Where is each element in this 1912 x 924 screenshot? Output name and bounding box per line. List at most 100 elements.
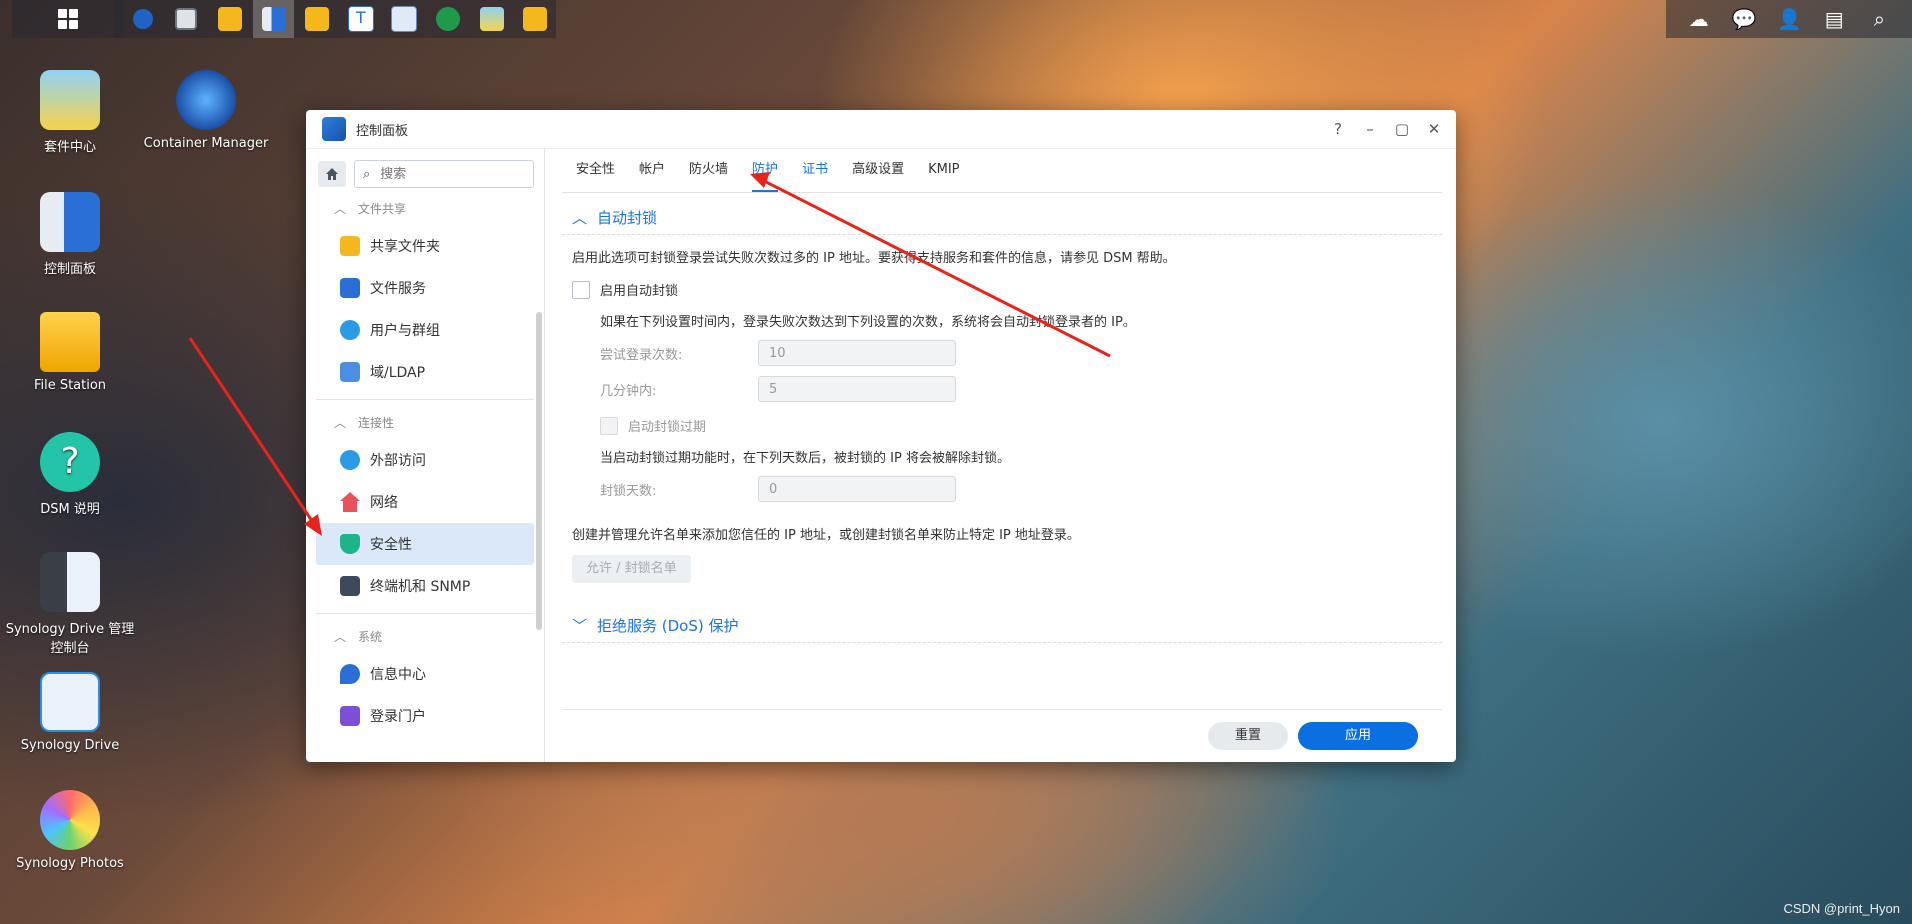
window-title: 控制面板: [356, 123, 409, 139]
block-expire-label: 启动封锁过期: [628, 420, 707, 435]
main-panel: 安全性 帐户 防火墙 防护 证书 高级设置 KMIP ︿ 自动封锁 启用此选项可…: [562, 148, 1442, 762]
sidebar-item-domain-ldap[interactable]: 域/LDAP: [316, 351, 534, 393]
desktop-icon-label: DSM 说明: [40, 502, 100, 517]
taskbar-app-resource-monitor[interactable]: [166, 0, 208, 38]
sidebar-item-info-center[interactable]: 信息中心: [316, 653, 534, 695]
user-icon[interactable]: 👤: [1777, 7, 1802, 31]
desktop-icon-container-manager[interactable]: Container Manager: [136, 70, 276, 151]
taskbar-app-folder-3[interactable]: [514, 0, 556, 38]
maximize-button[interactable]: ▢: [1390, 118, 1414, 140]
block-expire-row[interactable]: 启动封锁过期: [562, 402, 1442, 435]
taskbar-app-package-center[interactable]: [471, 0, 513, 38]
folder-icon: [523, 7, 548, 31]
widgets-icon[interactable]: ▤: [1822, 7, 1846, 31]
desktop-icon-label: 套件中心: [43, 140, 96, 155]
desktop-icon-drive-admin[interactable]: Synology Drive 管理控制台: [0, 552, 140, 656]
help-button[interactable]: ?: [1326, 118, 1350, 140]
main-menu-button[interactable]: [12, 0, 124, 38]
enable-auto-block-checkbox[interactable]: [572, 280, 590, 299]
desktop-icon-file-station[interactable]: File Station: [0, 312, 140, 393]
sidebar-item-security[interactable]: 安全性: [316, 523, 534, 565]
allow-block-list-button[interactable]: 允许 / 封锁名单: [572, 555, 691, 583]
window-titlebar[interactable]: 控制面板 ? – ▢ ✕: [306, 110, 1456, 149]
grid-icon: [58, 9, 78, 29]
desktop-icon-synology-drive[interactable]: Synology Drive: [0, 672, 140, 753]
chevron-up-icon: ︿: [572, 209, 588, 227]
terminal-icon: [340, 576, 360, 596]
taskbar-app-network[interactable]: [384, 0, 426, 38]
search-icon[interactable]: ⌕: [1867, 7, 1891, 31]
tab-protection[interactable]: 防护: [752, 148, 779, 192]
minutes-label: 几分钟内:: [600, 383, 657, 399]
enable-auto-block-row[interactable]: 启用自动封锁: [562, 266, 1442, 299]
sidebar-item-external-access[interactable]: 外部访问: [316, 439, 534, 481]
sidebar-item-file-services[interactable]: 文件服务: [316, 267, 534, 309]
search-input[interactable]: [378, 165, 503, 183]
taskbar-app-folder-2[interactable]: [296, 0, 338, 38]
sidebar-item-shared-folder[interactable]: 共享文件夹: [316, 225, 534, 267]
system-tray: ☁ 💬 👤 ▤ ⌕: [1666, 0, 1912, 38]
close-button[interactable]: ✕: [1422, 118, 1446, 140]
block-expire-checkbox[interactable]: [600, 416, 618, 435]
dos-section-header[interactable]: ﹀ 拒绝服务 (DoS) 保护: [562, 601, 1442, 643]
container-manager-icon: [132, 9, 153, 29]
desktop-icon-control-panel[interactable]: 控制面板: [0, 192, 140, 277]
tab-certificate[interactable]: 证书: [802, 148, 828, 192]
desktop-icon-package-center[interactable]: 套件中心: [0, 70, 140, 155]
taskbar-app-text-editor[interactable]: T: [340, 0, 382, 38]
sidebar-item-login-portal[interactable]: 登录门户: [316, 695, 534, 737]
taskbar-app-container-manager[interactable]: [122, 0, 164, 38]
package-center-icon: [479, 7, 504, 31]
shield-icon: [340, 534, 360, 554]
control-panel-icon: [40, 192, 100, 252]
chevron-down-icon: ﹀: [572, 617, 588, 635]
sidebar-item-users-groups[interactable]: 用户与群组: [316, 309, 534, 351]
section-connectivity[interactable]: ︿ 连接性: [306, 406, 544, 439]
reset-button[interactable]: 重置: [1208, 722, 1288, 750]
sidebar: ⌕ ︿文件共享 共享文件夹 文件服务 用户与群组 域/LDAP ︿连接性 外部访…: [306, 148, 545, 762]
tab-account[interactable]: 帐户: [639, 148, 665, 192]
sidebar-item-terminal-snmp[interactable]: 终端机和 SNMP: [316, 565, 534, 607]
taskbar-app-control-panel[interactable]: [252, 0, 295, 38]
drive-icon: [40, 672, 100, 732]
auto-block-section-header[interactable]: ︿ 自动封锁: [562, 193, 1442, 235]
domain-icon: [340, 362, 360, 382]
minimize-button[interactable]: –: [1358, 118, 1382, 140]
search-box[interactable]: ⌕: [354, 160, 534, 188]
desktop-icon-dsm-help[interactable]: ? DSM 说明: [0, 432, 140, 517]
tab-advanced[interactable]: 高级设置: [852, 148, 904, 192]
tab-firewall[interactable]: 防火墙: [689, 148, 728, 192]
taskbar: T: [114, 0, 556, 38]
package-center-icon: [40, 70, 100, 130]
folder-icon: [305, 7, 330, 31]
file-station-icon: [40, 312, 100, 372]
file-services-icon: [340, 278, 360, 298]
text-editor-icon: T: [347, 6, 374, 32]
chevron-up-icon: ︿: [334, 630, 347, 644]
chat-icon[interactable]: 💬: [1732, 7, 1757, 31]
sidebar-divider: [316, 399, 534, 400]
external-access-icon: [340, 450, 360, 470]
tab-security[interactable]: 安全性: [576, 148, 615, 192]
block-days-input[interactable]: 0: [758, 476, 956, 502]
cloud-sync-icon[interactable]: ☁: [1687, 7, 1711, 31]
taskbar-app-security-advisor[interactable]: [427, 0, 469, 38]
minutes-row: 几分钟内: 5: [562, 366, 1442, 402]
control-panel-icon: [322, 117, 346, 141]
section-system[interactable]: ︿ 系统: [306, 620, 544, 653]
sidebar-scrollbar[interactable]: [536, 312, 542, 630]
apply-button[interactable]: 应用: [1298, 722, 1418, 750]
minutes-input[interactable]: 5: [758, 376, 956, 402]
chevron-up-icon: ︿: [334, 202, 347, 216]
block-expire-text: 当启动封锁过期功能时，在下列天数后，被封锁的 IP 将会被解除封锁。: [600, 451, 1010, 466]
section-file-sharing[interactable]: ︿ 文件共享: [306, 192, 544, 225]
allow-block-list-text: 创建并管理允许名单来添加您信任的 IP 地址，或创建封锁名单来防止特定 IP 地…: [572, 528, 1080, 543]
sidebar-item-network[interactable]: 网络: [316, 481, 534, 523]
home-button[interactable]: [318, 161, 346, 187]
attempts-input[interactable]: 10: [758, 340, 956, 366]
tab-kmip[interactable]: KMIP: [928, 148, 959, 192]
desktop-icon-synology-photos[interactable]: Synology Photos: [0, 790, 140, 871]
shared-folder-icon: [340, 236, 360, 256]
taskbar-app-folder-1[interactable]: [209, 0, 251, 38]
desktop-icon-label: Synology Drive: [20, 738, 120, 753]
